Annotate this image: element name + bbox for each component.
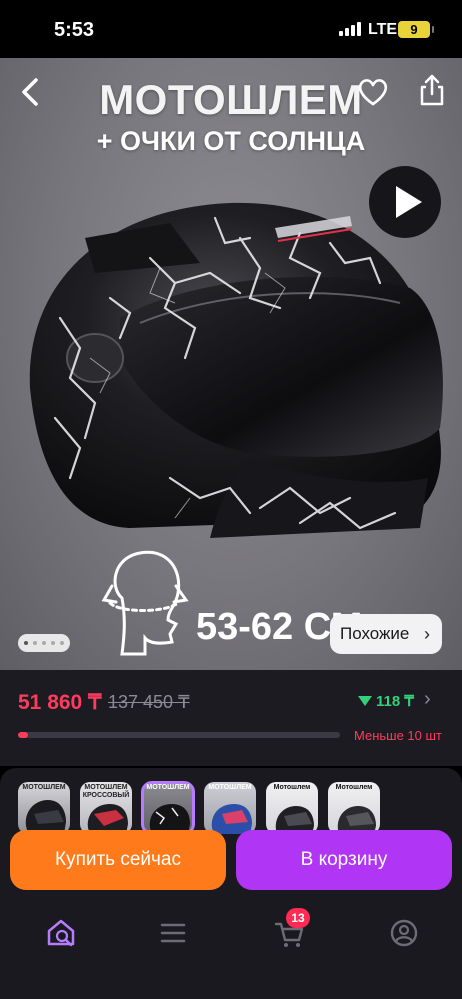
gallery-indicator	[18, 634, 70, 652]
variant-thumbnail-selected[interactable]: МОТОШЛЕМ	[141, 781, 195, 835]
price-section: 51 860 ₸ 137 450 ₸ 118 ₸ › Меньше 10 шт	[0, 670, 462, 766]
network-label: LTE	[368, 21, 398, 38]
cart-badge: 13	[286, 908, 310, 928]
helmet-thumb-icon	[149, 804, 190, 834]
points-value: 118 ₸	[376, 693, 414, 710]
variant-thumbnail[interactable]: МОТОШЛЕМ КРОССОВЫЙ	[80, 782, 132, 834]
gallery-dot	[51, 641, 55, 645]
hero-title: МОТОШЛЕМ	[99, 76, 363, 123]
helmet-thumb-icon	[337, 806, 376, 834]
product-gallery[interactable]: МОТОШЛЕМ + ОЧКИ ОТ СОЛНЦА 53-62 СМ Похож…	[0, 58, 462, 670]
chevron-right-icon[interactable]: ›	[424, 688, 431, 711]
variant-thumbnails: МОТОШЛЕМ МОТОШЛЕМ КРОССОВЫЙ МОТОШЛЕМ МОТ…	[18, 781, 380, 835]
stock-progress-bar	[18, 732, 340, 738]
signal-icon	[339, 22, 361, 36]
current-price: 51 860 ₸	[18, 691, 102, 714]
menu-icon	[160, 923, 186, 943]
bottom-tab-bar: 13	[0, 900, 462, 999]
buy-now-button[interactable]: Купить сейчас	[10, 830, 226, 890]
play-icon	[396, 186, 422, 218]
similar-label: Похожие	[340, 624, 410, 643]
similar-products-button[interactable]: Похожие ›	[330, 614, 442, 654]
share-icon[interactable]	[417, 72, 447, 108]
helmet-thumb-icon	[25, 800, 66, 834]
home-search-icon	[47, 919, 75, 947]
old-price: 137 450 ₸	[108, 692, 190, 712]
gallery-dot	[33, 641, 37, 645]
battery-icon: 9	[398, 21, 434, 38]
variant-thumbnail[interactable]: Мотошлем	[266, 782, 318, 834]
gallery-dot	[24, 641, 28, 645]
variant-thumbnail[interactable]: МОТОШЛЕМ	[204, 782, 256, 834]
tab-home[interactable]	[44, 916, 78, 950]
cashback-points[interactable]: 118 ₸	[358, 692, 414, 710]
down-arrow-icon	[358, 696, 372, 706]
stock-progress-fill	[18, 732, 28, 738]
tab-catalog[interactable]	[156, 916, 190, 950]
variant-thumbnail[interactable]: МОТОШЛЕМ	[18, 782, 70, 834]
add-to-cart-button[interactable]: В корзину	[236, 830, 452, 890]
gallery-dot	[42, 641, 46, 645]
back-icon[interactable]	[16, 74, 46, 110]
favorite-heart-icon[interactable]	[356, 76, 390, 108]
helmet-thumb-icon	[87, 804, 128, 834]
profile-icon	[390, 919, 418, 947]
play-video-button[interactable]	[369, 166, 441, 238]
status-bar: 5:53 LTE 9	[0, 0, 462, 58]
variant-thumbnail[interactable]: Мотошлем	[328, 782, 380, 834]
status-time: 5:53	[54, 19, 95, 41]
helmet-thumb-icon	[211, 804, 252, 834]
gallery-dot	[60, 641, 64, 645]
stock-label: Меньше 10 шт	[354, 728, 442, 743]
helmet-thumb-icon	[275, 806, 314, 834]
hero-subtitle: + ОЧКИ ОТ СОЛНЦА	[96, 126, 366, 156]
tab-profile[interactable]	[387, 916, 421, 950]
chevron-right-icon: ›	[424, 624, 430, 644]
